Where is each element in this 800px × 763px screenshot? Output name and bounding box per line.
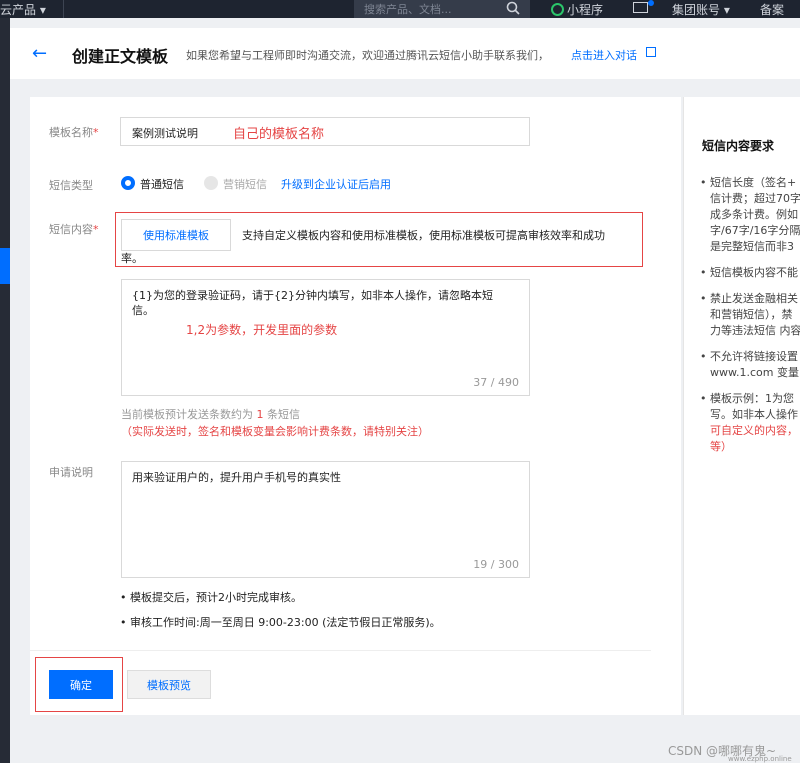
account-menu[interactable]: 集团账号 ▾	[672, 1, 730, 18]
products-menu[interactable]: 云产品 ▾	[0, 1, 46, 18]
requirements-list: 短信长度（签名+ 信计费；超过70字 成多条计费。例如 字/67字/16字分隔 …	[700, 175, 800, 465]
filing-link[interactable]: 备案	[760, 1, 784, 18]
reason-label: 申请说明	[49, 466, 93, 479]
content-counter: 37 / 490	[473, 376, 519, 389]
reason-textarea[interactable]: 用来验证用户的，提升用户手机号的真实性 19 / 300	[121, 461, 530, 578]
search-placeholder: 搜索产品、文档...	[364, 3, 452, 16]
form-card: 模板名称* 案例测试说明 自己的模板名称 短信类型 普通短信 营销短信 升级到企…	[30, 97, 681, 715]
search-input[interactable]: 搜索产品、文档...	[354, 0, 530, 18]
upgrade-link[interactable]: 升级到企业认证后启用	[281, 176, 391, 192]
watermark-url: www.ezphp.online	[728, 755, 792, 763]
mail-icon	[633, 2, 648, 13]
back-arrow-icon[interactable]: ←	[32, 43, 47, 64]
estimate-text: 当前模板预计发送条数约为 1 条短信	[121, 408, 300, 421]
requirement-example: 模板示例：1为您 写。如非本人操作 可自定义的内容， 等）	[700, 391, 800, 455]
estimate-note: （实际发送时，签名和模板变量会影响计费条数，请特别关注）	[121, 425, 429, 438]
mini-program-icon	[551, 3, 564, 16]
header-hint: 如果您希望与工程师即时沟通交流，欢迎通过腾讯云短信小助手联系我们，	[186, 49, 549, 62]
radio-marketing[interactable]	[204, 176, 218, 190]
use-standard-template-button[interactable]: 使用标准模板	[121, 219, 231, 251]
content-label: 短信内容*	[49, 223, 99, 236]
requirement-length: 短信长度（签名+ 信计费；超过70字 成多条计费。例如 字/67字/16字分隔 …	[700, 175, 800, 255]
name-annotation: 自己的模板名称	[233, 127, 325, 142]
note-review-time: • 模板提交后，预计2小时完成审核。	[120, 591, 302, 604]
divider	[30, 650, 651, 651]
requirement-links: 不允许将链接设置 www.1.com 变量	[700, 349, 800, 381]
page-header: ← 创建正文模板 如果您希望与工程师即时沟通交流，欢迎通过腾讯云短信小助手联系我…	[10, 28, 800, 79]
reason-counter: 19 / 300	[473, 558, 519, 571]
sidebar	[0, 18, 10, 763]
mini-program-link[interactable]: 小程序	[551, 1, 603, 18]
search-icon[interactable]	[506, 1, 520, 15]
note-work-hours: • 审核工作时间:周一至周日 9:00-23:00 (法定节假日正常服务)。	[120, 616, 441, 629]
requirement-content: 短信模板内容不能	[700, 265, 800, 281]
message-button[interactable]	[633, 0, 654, 15]
name-label: 模板名称*	[49, 126, 99, 139]
sidebar-active-item[interactable]	[0, 248, 10, 284]
requirements-panel: 短信内容要求 短信长度（签名+ 信计费；超过70字 成多条计费。例如 字/67字…	[683, 97, 800, 715]
notification-badge	[648, 0, 654, 6]
name-field[interactable]: 案例测试说明 自己的模板名称	[120, 117, 530, 146]
top-nav: 云产品 ▾ 搜索产品、文档... 小程序 集团账号 ▾ 备案	[0, 0, 800, 18]
type-label: 短信类型	[49, 179, 93, 192]
requirement-prohibited: 禁止发送金融相关 和营销短信），禁 力等违法短信 内容	[700, 291, 800, 339]
content-annotation: 1,2为参数，开发里面的参数	[186, 323, 338, 337]
chat-link[interactable]: 点击进入对话	[571, 47, 637, 63]
requirements-title: 短信内容要求	[702, 139, 775, 153]
content-textarea[interactable]: {1}为您的登录验证码，请于{2}分钟内填写，如非本人操作，请忽略本短 信。 1…	[121, 279, 530, 396]
confirm-button[interactable]: 确定	[49, 670, 113, 699]
preview-button[interactable]: 模板预览	[127, 670, 211, 699]
nav-divider	[63, 0, 64, 18]
page-title: 创建正文模板	[72, 47, 169, 66]
radio-normal[interactable]	[121, 176, 135, 190]
external-link-icon[interactable]	[646, 47, 656, 57]
